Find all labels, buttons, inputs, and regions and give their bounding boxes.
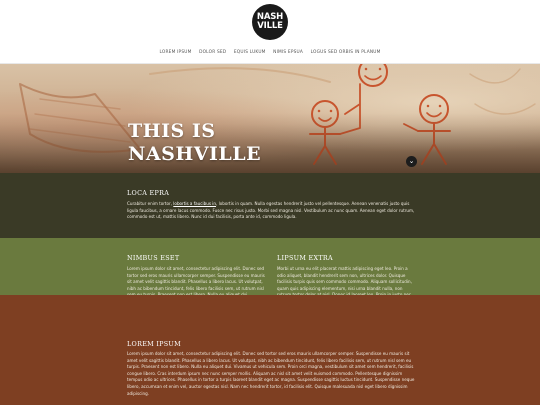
hero-shade (0, 64, 540, 173)
logo-text-line2: VILLE (257, 21, 283, 31)
section-lorem-ipsum: LOREM IPSUM Lorem ipsum dolor sit amet, … (0, 295, 540, 405)
nav-item-logus-sed[interactable]: LOGUS SED ORBIS IN PLANUM (311, 50, 381, 55)
section-loca-heading: LOCA EPRA (127, 189, 170, 197)
site-header: NASH VILLE LOREM IPSUM DOLOR SED EQUIS L… (0, 0, 540, 64)
section-nimbus-heading: NIMBUS ESET (127, 254, 180, 262)
hero-banner: THIS IS NASHVILLE ⌄ (0, 64, 540, 173)
hero-title: THIS IS NASHVILLE (128, 120, 261, 166)
section-lorem-text: Lorem ipsum dolor sit amet, consectetur … (127, 351, 415, 396)
scroll-down-button[interactable]: ⌄ (406, 156, 417, 167)
nav-item-dolor-sed[interactable]: DOLOR SED (199, 50, 226, 55)
chevron-down-icon: ⌄ (408, 157, 415, 165)
nav-item-nimis-epsua[interactable]: NIMIS EPSUA (273, 50, 303, 55)
section-lorem-heading: LOREM IPSUM (127, 340, 181, 348)
nav-item-equis-lukum[interactable]: EQUIS LUKUM (234, 50, 266, 55)
section-loca-link[interactable]: lobortis a faucibus in (173, 201, 216, 206)
logo-text-line1: NASH (256, 12, 284, 22)
section-loca-epra: LOCA EPRA Curabitur enim tortor, loborti… (0, 173, 540, 238)
section-columns: NIMBUS ESET Lorem ipsum dolor sit amet, … (0, 238, 540, 311)
hero-title-line1: THIS IS (128, 120, 216, 142)
site-logo[interactable]: NASH VILLE (252, 4, 288, 40)
section-loca-text: Curabitur enim tortor, lobortis a faucib… (127, 201, 415, 221)
section-lipsum-heading: LIPSUM EXTRA (277, 254, 333, 262)
hero-title-line2: NASHVILLE (128, 143, 262, 165)
nav-item-lorem-ipsum[interactable]: LOREM IPSUM (159, 50, 191, 55)
section-loca-text-start: Curabitur enim tortor, (127, 201, 174, 206)
main-nav: LOREM IPSUM DOLOR SED EQUIS LUKUM NIMIS … (0, 50, 540, 55)
